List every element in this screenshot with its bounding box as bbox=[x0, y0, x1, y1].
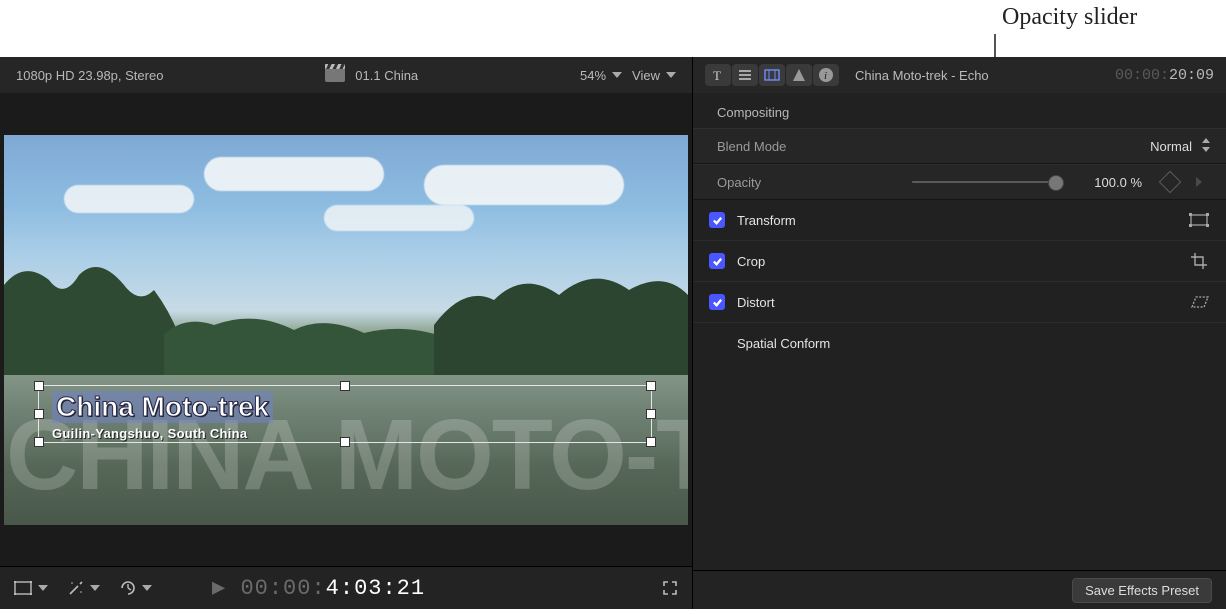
inspector-body: Compositing Blend Mode Normal Opacity 10… bbox=[693, 93, 1226, 570]
resize-handle[interactable] bbox=[340, 381, 350, 391]
format-label: 1080p HD 23.98p, Stereo bbox=[16, 68, 163, 83]
enhance-tool-menu[interactable] bbox=[68, 580, 100, 596]
compositing-section-title: Compositing bbox=[693, 93, 1226, 128]
keyframe-next-icon[interactable] bbox=[1196, 177, 1202, 187]
blend-mode-label: Blend Mode bbox=[717, 139, 867, 154]
chevron-down-icon bbox=[612, 72, 622, 78]
opacity-slider[interactable] bbox=[912, 173, 1062, 191]
title-main-text[interactable]: China Moto-trek bbox=[52, 391, 273, 423]
fullscreen-button[interactable] bbox=[662, 580, 678, 596]
view-menu[interactable]: View bbox=[632, 68, 676, 83]
inspector-pane: T i China Moto-trek - Echo 00:00:20:09 C… bbox=[693, 57, 1226, 609]
crop-label: Crop bbox=[737, 254, 765, 269]
spatial-conform-label: Spatial Conform bbox=[737, 336, 830, 351]
decor-cloud bbox=[424, 165, 624, 205]
clip-name: 01.1 China bbox=[355, 68, 418, 83]
viewer-footer: ▶ 00:00:4:03:21 bbox=[0, 566, 692, 609]
timecode-prefix: ▶ 00:00: bbox=[212, 576, 326, 601]
opacity-row: Opacity 100.0 % bbox=[693, 164, 1226, 200]
blend-mode-row: Blend Mode Normal bbox=[693, 128, 1226, 164]
distort-label: Distort bbox=[737, 295, 775, 310]
inspector-duration: 00:00:20:09 bbox=[1115, 67, 1214, 84]
crop-icon[interactable] bbox=[1188, 253, 1210, 269]
slider-thumb[interactable] bbox=[1048, 175, 1064, 191]
spatial-conform-row[interactable]: Spatial Conform bbox=[693, 323, 1226, 363]
resize-handle[interactable] bbox=[34, 409, 44, 419]
timecode-main: 4:03:21 bbox=[326, 576, 425, 601]
video-frame[interactable]: CHINA MOTO-TREK China Moto-trek Guilin-Y… bbox=[4, 135, 688, 525]
tab-color[interactable] bbox=[786, 64, 812, 86]
transform-checkbox[interactable] bbox=[709, 212, 725, 228]
view-label: View bbox=[632, 68, 660, 83]
transform-icon[interactable] bbox=[1188, 212, 1210, 228]
svg-text:i: i bbox=[824, 70, 827, 82]
duration-prefix: 00:00: bbox=[1115, 67, 1169, 84]
resize-handle[interactable] bbox=[34, 437, 44, 447]
tab-text[interactable]: T bbox=[705, 64, 731, 86]
inspector-tabs: T i bbox=[705, 64, 839, 86]
transform-row[interactable]: Transform bbox=[693, 200, 1226, 241]
opacity-label: Opacity bbox=[717, 175, 867, 190]
decor-cloud bbox=[204, 157, 384, 191]
app-frame: 1080p HD 23.98p, Stereo 01.1 China 54% V… bbox=[0, 57, 1226, 609]
chevron-down-icon bbox=[90, 585, 100, 591]
chevron-down-icon bbox=[142, 585, 152, 591]
decor-mountains bbox=[4, 255, 688, 375]
playhead-timecode[interactable]: ▶ 00:00:4:03:21 bbox=[212, 575, 425, 601]
retime-tool-menu[interactable] bbox=[120, 580, 152, 596]
inspector-clip-title: China Moto-trek - Echo bbox=[855, 68, 989, 83]
decor-cloud bbox=[324, 205, 474, 231]
blend-mode-select[interactable]: Normal bbox=[1150, 139, 1192, 154]
transform-label: Transform bbox=[737, 213, 796, 228]
zoom-menu[interactable]: 54% bbox=[580, 68, 622, 83]
zoom-value: 54% bbox=[580, 68, 606, 83]
distort-row[interactable]: Distort bbox=[693, 282, 1226, 323]
inspector-footer: Save Effects Preset bbox=[693, 570, 1226, 609]
chevron-down-icon bbox=[38, 585, 48, 591]
svg-text:T: T bbox=[713, 68, 721, 83]
resize-handle[interactable] bbox=[340, 437, 350, 447]
chevron-down-icon bbox=[666, 72, 676, 78]
crop-checkbox[interactable] bbox=[709, 253, 725, 269]
resize-handle[interactable] bbox=[646, 409, 656, 419]
crop-row[interactable]: Crop bbox=[693, 241, 1226, 282]
viewer-pane: 1080p HD 23.98p, Stereo 01.1 China 54% V… bbox=[0, 57, 693, 609]
viewer-body: CHINA MOTO-TREK China Moto-trek Guilin-Y… bbox=[0, 93, 692, 566]
keyframe-diamond-icon[interactable] bbox=[1159, 171, 1182, 194]
clapperboard-icon bbox=[325, 68, 345, 82]
decor-cloud bbox=[64, 185, 194, 213]
resize-handle[interactable] bbox=[646, 437, 656, 447]
viewer-header: 1080p HD 23.98p, Stereo 01.1 China 54% V… bbox=[0, 57, 692, 93]
resize-handle[interactable] bbox=[646, 381, 656, 391]
opacity-value[interactable]: 100.0 % bbox=[1072, 175, 1142, 190]
callout-label: Opacity slider bbox=[1002, 4, 1137, 31]
distort-checkbox[interactable] bbox=[709, 294, 725, 310]
transform-tool-menu[interactable] bbox=[14, 581, 48, 595]
title-subtitle-text[interactable]: Guilin-Yangshuo, South China bbox=[52, 426, 247, 441]
duration-main: 20:09 bbox=[1169, 67, 1214, 84]
resize-handle[interactable] bbox=[34, 381, 44, 391]
distort-icon[interactable] bbox=[1188, 294, 1210, 310]
tab-generator[interactable] bbox=[732, 64, 758, 86]
inspector-header: T i China Moto-trek - Echo 00:00:20:09 bbox=[693, 57, 1226, 93]
tab-video[interactable] bbox=[759, 64, 785, 86]
tab-info[interactable]: i bbox=[813, 64, 839, 86]
save-effects-preset-button[interactable]: Save Effects Preset bbox=[1072, 578, 1212, 603]
